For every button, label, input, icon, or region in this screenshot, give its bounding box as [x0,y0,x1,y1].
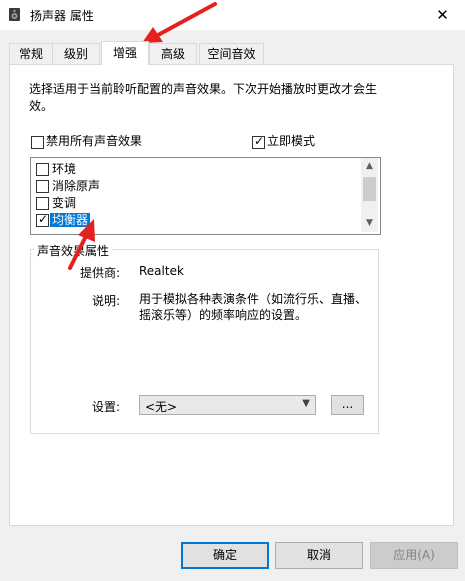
check-icon: ✓ [38,212,49,226]
scroll-down-icon[interactable]: ▼ [361,215,378,232]
cancel-label: 取消 [306,548,331,562]
close-button[interactable]: ✕ [420,0,465,30]
tab-general[interactable]: 常规 [9,43,53,64]
effect-checkbox[interactable] [36,163,49,176]
window-title: 扬声器 属性 [30,9,94,23]
properties-group-title: 声音效果属性 [34,242,113,259]
effect-label[interactable]: 变调 [52,196,76,210]
effect-checkbox[interactable]: ✓ [36,212,49,227]
effect-checkbox[interactable] [36,180,49,193]
immediate-mode-checkbox[interactable]: ✓ [252,134,265,149]
description-line-1: 用于模拟各种表演条件（如流行乐、直播、 [139,292,368,306]
tab-label: 高级 [160,47,185,61]
settings-select-value: <无> [145,400,178,414]
close-icon: ✕ [436,6,449,24]
speaker-icon [9,8,20,21]
tab-advanced[interactable]: 高级 [149,43,197,64]
title-bar: 扬声器 属性 ✕ [0,0,465,30]
effect-label[interactable]: 消除原声 [52,179,100,193]
cancel-button[interactable]: 取消 [275,542,363,569]
tab-levels[interactable]: 级别 [52,43,100,64]
more-label: ... [341,397,354,411]
settings-select[interactable]: <无> ▼ [139,395,316,415]
tab-label: 空间音效 [207,47,256,61]
description-line-2: 摇滚乐等）的频率响应的设置。 [139,308,308,322]
settings-label: 设置: [92,400,121,414]
ok-label: 确定 [212,548,237,562]
disable-all-checkbox[interactable] [31,136,44,149]
list-scrollbar[interactable]: ▲ ▼ [361,158,378,232]
tab-spatial-sound[interactable]: 空间音效 [199,43,264,64]
effect-label[interactable]: 环境 [52,162,76,176]
description-label: 说明: [92,294,121,308]
chevron-down-icon: ▼ [302,398,310,409]
apply-label: 应用(A) [393,548,435,562]
tab-enhancements[interactable]: 增强 [101,41,149,65]
effect-label-selected[interactable]: 均衡器 [50,213,91,227]
tab-label: 常规 [18,47,43,61]
description-text: 选择适用于当前聆听配置的声音效果。下次开始播放时更改才会生效。 [29,82,378,113]
scroll-thumb[interactable] [363,177,376,201]
disable-all-label: 禁用所有声音效果 [46,134,143,148]
scroll-up-icon[interactable]: ▲ [361,158,378,175]
check-icon: ✓ [254,134,265,148]
tab-label: 级别 [63,47,88,61]
provider-label: 提供商: [80,266,121,280]
provider-value: Realtek [139,264,184,278]
tab-label: 增强 [112,46,137,60]
more-settings-button[interactable]: ... [331,395,364,415]
ok-button[interactable]: 确定 [181,542,269,569]
immediate-mode-label: 立即模式 [267,134,316,148]
effect-checkbox[interactable] [36,197,49,210]
apply-button[interactable]: 应用(A) [370,542,458,569]
